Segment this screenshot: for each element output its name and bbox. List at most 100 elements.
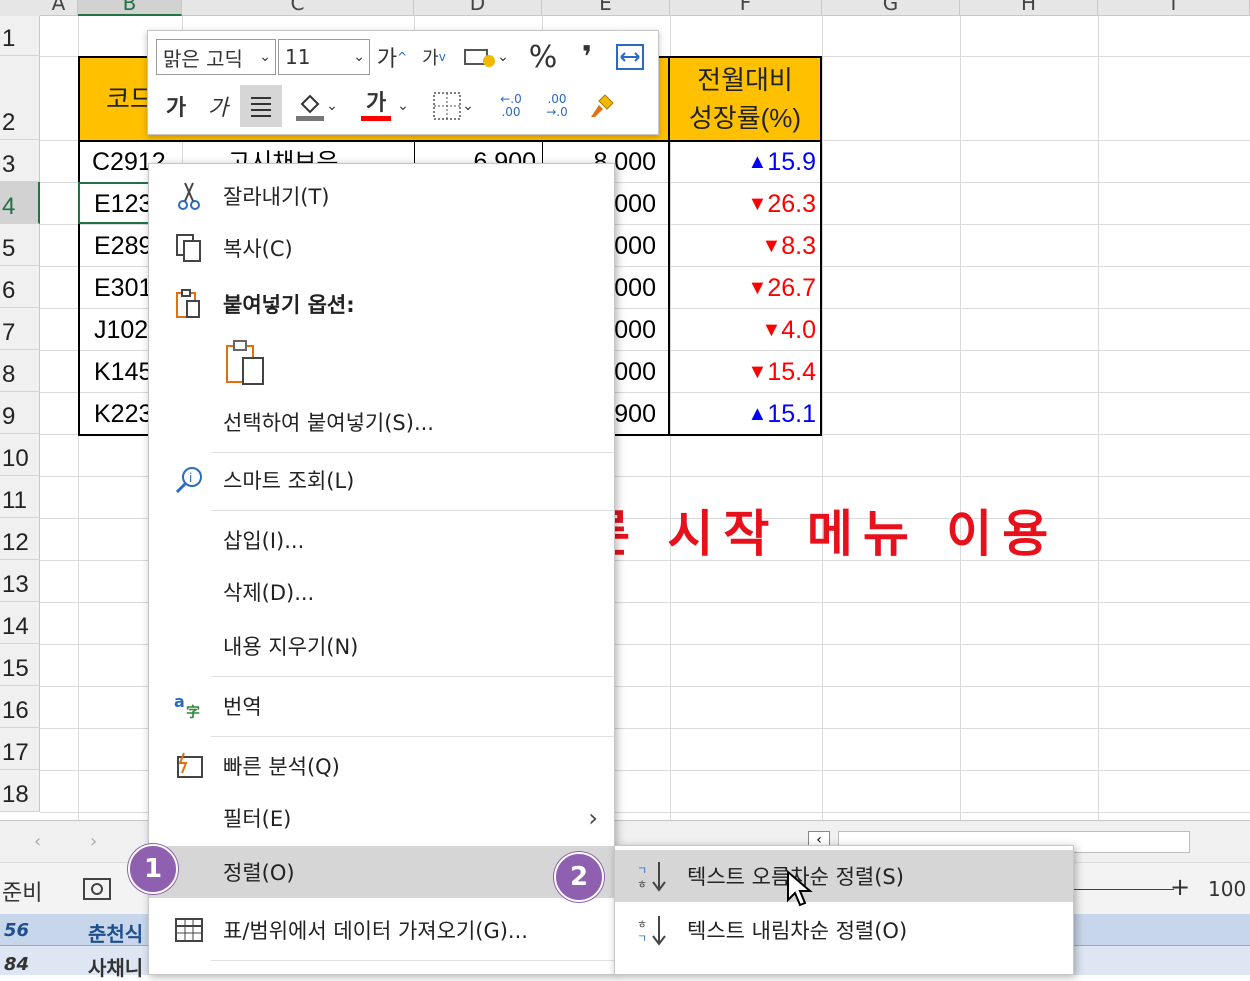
mini-toolbar: 맑은 고딕 ⌄ 11 ⌄ 가 ^ 가v ⌄ % ❜ 가 가 ⌄ 가 ⌄ ⌄ ←.0… — [147, 30, 659, 135]
row-header-18[interactable]: 18 — [0, 770, 40, 812]
up-arrow-icon: ▲ — [747, 150, 768, 173]
col-header-a[interactable]: A — [40, 0, 78, 16]
row-header-5[interactable]: 5 — [0, 224, 40, 266]
row-header-7[interactable]: 7 — [0, 308, 40, 350]
format-painter-button[interactable] — [582, 85, 622, 127]
zoom-in-icon[interactable]: + — [1170, 873, 1190, 901]
menu-item-sort-ascending[interactable]: ㄱㅎ 텍스트 오름차순 정렬(S) — [615, 850, 1073, 902]
percent-button[interactable]: % — [524, 39, 562, 75]
sort-submenu: ㄱㅎ 텍스트 오름차순 정렬(S) ㅎㄱ 텍스트 내림차순 정렬(O) — [614, 845, 1074, 975]
row-header-16[interactable]: 16 — [0, 686, 40, 728]
menu-item-paste-special[interactable]: 선택하여 붙여넣기(S)... — [149, 396, 614, 448]
menu-item-clear-contents[interactable]: 내용 지우기(N) — [149, 620, 614, 672]
svg-text:字: 字 — [186, 704, 200, 721]
menu-item-copy[interactable]: 복사(C) — [149, 222, 614, 274]
menu-item-cut[interactable]: 잘라내기(T) — [149, 170, 614, 222]
growth-value: 8.3 — [781, 231, 816, 260]
svg-text:a: a — [174, 692, 185, 711]
paint-bucket-icon — [296, 94, 325, 121]
scissors-icon — [173, 180, 205, 212]
table-row-growth[interactable]: ▲ 15.9 — [672, 142, 816, 182]
quick-analysis-icon — [173, 750, 205, 782]
row-header-8[interactable]: 8 — [0, 350, 40, 392]
table-row-growth[interactable]: ▼ 8.3 — [672, 226, 816, 266]
menu-item-sort[interactable]: 정렬(O) — [149, 846, 614, 898]
table-row-growth[interactable]: ▲ 15.1 — [672, 394, 816, 434]
decrease-font-icon: 가 — [422, 48, 439, 69]
col-header-d[interactable]: D — [414, 0, 542, 16]
decrease-font-button[interactable]: 가v — [414, 39, 454, 75]
gridline — [960, 16, 961, 820]
header-cell-growth[interactable]: 전월대비 성장률(%) — [668, 56, 822, 142]
row-header-4[interactable]: 4 — [0, 182, 40, 224]
table-row-growth[interactable]: ▼ 15.4 — [672, 352, 816, 392]
scroll-right-icon[interactable]: › — [90, 831, 97, 852]
row-header-15[interactable]: 15 — [0, 644, 40, 686]
row-header-12[interactable]: 12 — [0, 518, 40, 560]
increase-font-button[interactable]: 가 ^ — [372, 39, 412, 75]
font-size-box[interactable]: 11 ⌄ — [278, 39, 370, 75]
increase-decimal-button[interactable]: ←.0 .00 — [490, 85, 532, 127]
menu-item-translate[interactable]: a字 번역 — [149, 680, 614, 732]
col-header-b[interactable]: B — [78, 0, 182, 16]
row-header-17[interactable]: 17 — [0, 728, 40, 770]
col-header-e[interactable]: E — [542, 0, 670, 16]
font-name-box[interactable]: 맑은 고딕 ⌄ — [156, 39, 276, 75]
row-header-1[interactable]: 1 — [0, 16, 40, 56]
decrease-decimal-button[interactable]: .00 →.0 — [536, 85, 578, 127]
growth-value: 26.3 — [767, 189, 816, 218]
accessibility-icon[interactable] — [82, 875, 112, 903]
table-row-growth[interactable]: ▼ 26.7 — [672, 268, 816, 308]
col-header-g[interactable]: G — [822, 0, 960, 16]
italic-button[interactable]: 가 — [198, 85, 238, 127]
menu-item-delete[interactable]: 삭제(D)... — [149, 566, 614, 618]
row-header-9[interactable]: 9 — [0, 392, 40, 434]
row-header-10[interactable]: 10 — [0, 434, 40, 476]
zoom-level[interactable]: 100 — [1208, 877, 1246, 901]
comma-button[interactable]: ❜ — [572, 39, 602, 75]
table-row-growth[interactable]: ▼ 4.0 — [672, 310, 816, 350]
wrap-text-button[interactable] — [610, 39, 650, 75]
menu-item-smart-lookup[interactable]: i 스마트 조회(L) — [149, 454, 614, 506]
menu-item-get-data[interactable]: 표/범위에서 데이터 가져오기(G)... — [149, 904, 614, 956]
translate-icon: a字 — [173, 690, 205, 722]
font-color-button[interactable]: 가 ⌄ — [354, 85, 416, 127]
col-header-f[interactable]: F — [670, 0, 822, 16]
fill-color-button[interactable]: ⌄ — [286, 85, 346, 127]
row-header-14[interactable]: 14 — [0, 602, 40, 644]
row-header-11[interactable]: 11 — [0, 476, 40, 518]
accounting-format-button[interactable]: ⌄ — [458, 39, 514, 75]
table-row-code[interactable]: E123 — [94, 184, 152, 224]
borders-button[interactable]: ⌄ — [422, 85, 484, 127]
row-header-2[interactable]: 2 — [0, 56, 40, 140]
row-header-6[interactable]: 6 — [0, 266, 40, 308]
table-row-growth[interactable]: ▼ 26.3 — [672, 184, 816, 224]
chevron-down-icon: ⌄ — [353, 49, 365, 65]
align-center-icon — [251, 97, 271, 117]
table-row-code[interactable]: E289 — [94, 226, 152, 266]
align-center-button[interactable] — [240, 85, 282, 127]
menu-item-filter[interactable]: 필터(E) › — [149, 792, 614, 844]
mouse-cursor-icon — [787, 870, 813, 907]
col-header-h[interactable]: H — [960, 0, 1098, 16]
col-header-c[interactable]: C — [182, 0, 414, 16]
svg-text:i: i — [189, 471, 192, 485]
scroll-left-icon[interactable]: ‹ — [34, 831, 41, 852]
table-row-code[interactable]: K145 — [94, 352, 152, 392]
row-header-13[interactable]: 13 — [0, 560, 40, 602]
menu-item-sort-descending[interactable]: ㅎㄱ 텍스트 내림차순 정렬(O) — [615, 904, 1073, 956]
zoom-slider[interactable] — [1074, 889, 1174, 890]
menu-label: 정렬(O) — [223, 861, 295, 885]
col-header-i[interactable]: I — [1098, 0, 1250, 16]
table-row-code[interactable]: E301 — [94, 268, 152, 308]
paste-option-button[interactable] — [223, 338, 267, 386]
table-row-code[interactable]: J102 — [94, 310, 148, 350]
bold-button[interactable]: 가 — [156, 85, 196, 127]
table-row-code[interactable]: K223 — [94, 394, 152, 434]
row-header-3[interactable]: 3 — [0, 140, 40, 182]
menu-separator — [211, 960, 614, 961]
menu-item-quick-analysis[interactable]: 빠른 분석(Q) — [149, 740, 614, 792]
menu-label: 선택하여 붙여넣기(S)... — [223, 411, 434, 435]
header-growth-line2: 성장률(%) — [688, 103, 802, 133]
menu-item-insert[interactable]: 삽입(I)... — [149, 514, 614, 566]
